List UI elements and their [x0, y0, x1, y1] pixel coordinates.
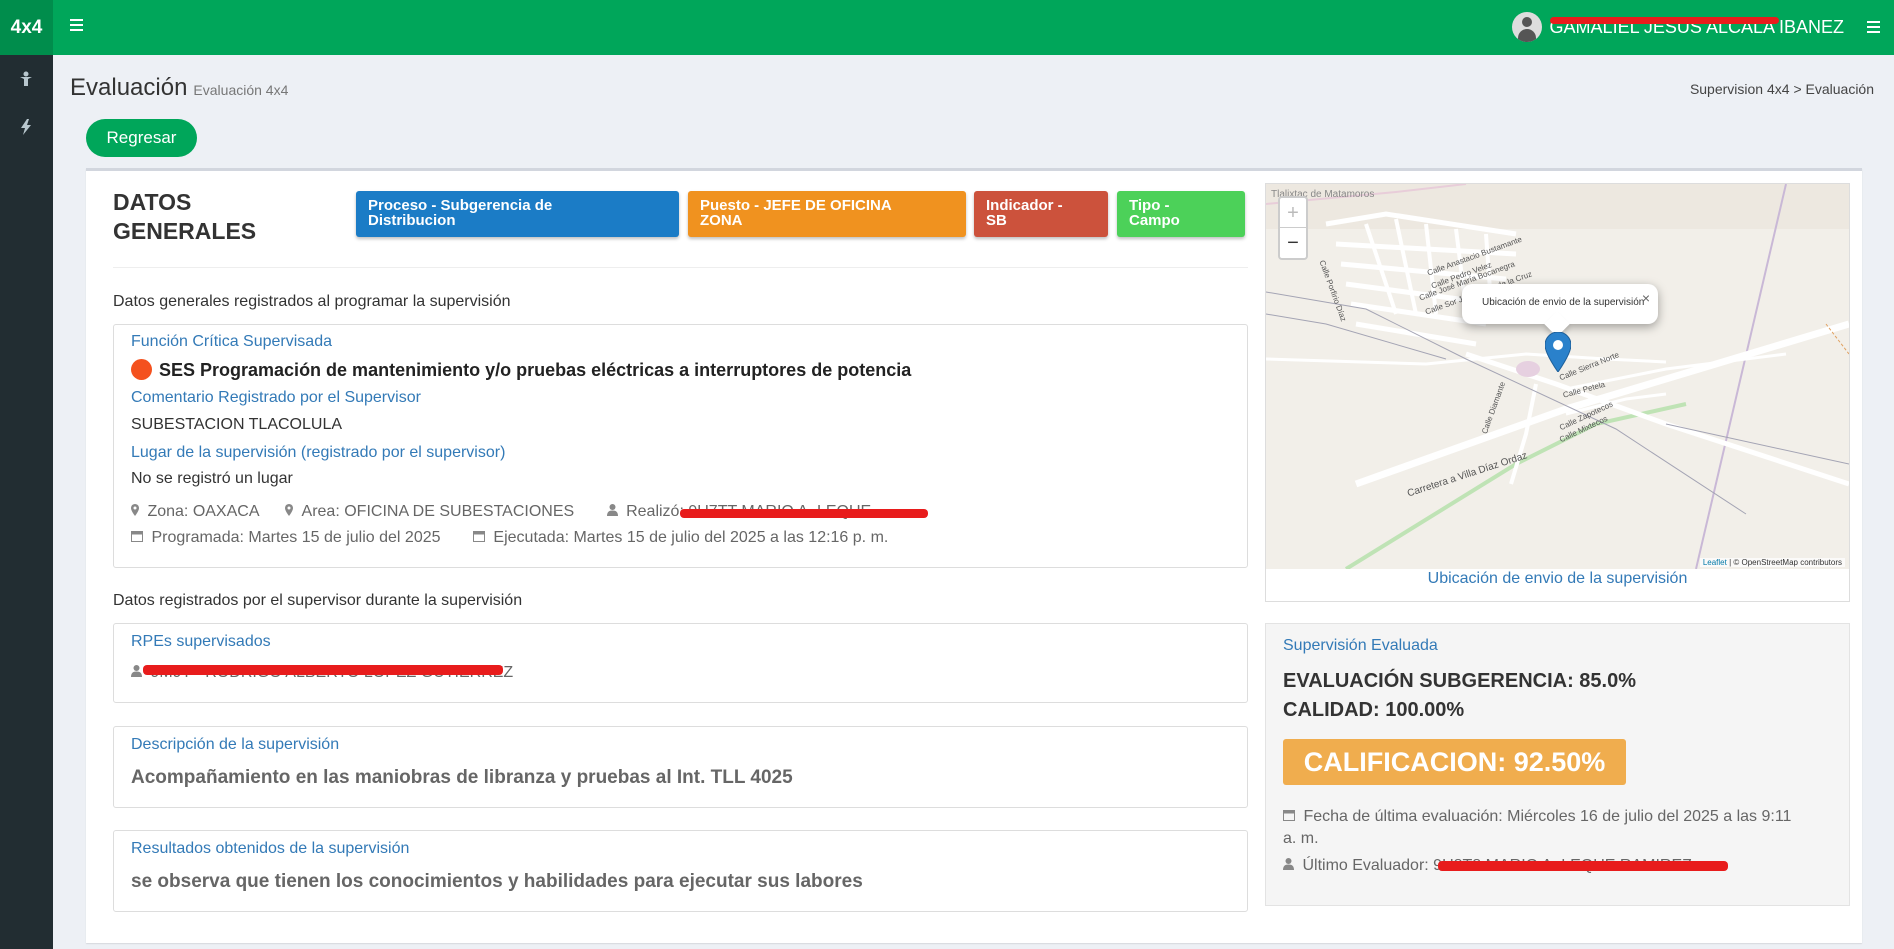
- subgerencia-score: EVALUACIÓN SUBGERENCIA: 85.0%: [1283, 670, 1637, 692]
- comentario-label: Comentario Registrado por el Supervisor: [131, 389, 421, 406]
- sidebar: [0, 55, 53, 949]
- section-supervisor-label: Datos registrados por el supervisor dura…: [113, 592, 523, 609]
- general-data-title: DATOS GENERALES: [113, 188, 256, 246]
- resultados-value: se observa que tienen los conocimientos …: [131, 871, 863, 892]
- avatar: [1511, 12, 1542, 42]
- divider: [113, 267, 1248, 268]
- brand-logo[interactable]: 4x4: [0, 0, 53, 55]
- calendar-icon: [1283, 808, 1299, 825]
- calidad-score: CALIDAD: 100.00%: [1283, 699, 1465, 721]
- leaflet-link[interactable]: Leaflet: [1703, 558, 1727, 567]
- map-marker-icon: [131, 503, 143, 520]
- evaluation-panel: Supervisión Evaluada EVALUACIÓN SUBGEREN…: [1265, 623, 1850, 906]
- tag-indicador-line1: Indicador -: [986, 197, 1063, 214]
- tag-puesto: Puesto - JEFE DE OFICINA ZONA: [688, 191, 966, 237]
- main-box: DATOS GENERALES Proceso - Subgerencia de…: [86, 168, 1862, 943]
- map-marker-icon[interactable]: [1545, 332, 1571, 372]
- programada-text: Programada: Martes 15 de julio del 2025: [151, 529, 441, 546]
- section-programming-label: Datos generales registrados al programar…: [113, 293, 511, 310]
- descripcion-panel: Descripción de la supervisión Acompañami…: [113, 726, 1248, 808]
- lugar-value: No se registró un lugar: [131, 470, 293, 487]
- area-text: Area: OFICINA DE SUBESTACIONES: [301, 503, 575, 520]
- tag-proceso-line1: Proceso - Subgerencia de: [368, 197, 553, 214]
- back-button[interactable]: Regresar: [86, 119, 197, 157]
- lugar-label: Lugar de la supervisión (registrado por …: [131, 444, 506, 461]
- zoom-out-button[interactable]: −: [1280, 228, 1306, 258]
- bolt-icon[interactable]: [16, 119, 36, 139]
- meta-row-2: Programada: Martes 15 de julio del 2025 …: [131, 529, 888, 547]
- page-subtitle: Evaluación 4x4: [193, 82, 289, 98]
- calificacion-badge: CALIFICACION: 92.50%: [1283, 739, 1626, 785]
- redaction-mark: [1438, 861, 1728, 871]
- page-title-text: Evaluación: [70, 74, 188, 101]
- funcion-row: SES Programación de mantenimiento y/o pr…: [131, 359, 911, 381]
- map[interactable]: Tlalixtac de Matamoros Calle Porfirio Dí…: [1266, 184, 1849, 569]
- rpes-label: RPEs supervisados: [131, 633, 271, 650]
- descripcion-value: Acompañamiento en las maniobras de libra…: [131, 767, 793, 788]
- calendar-icon: [472, 529, 489, 546]
- map-popup: Ubicación de envio de la supervisión ×: [1462, 284, 1658, 337]
- tag-puesto-line2: ZONA: [700, 212, 743, 229]
- map-caption[interactable]: Ubicación de envio de la supervisión: [1266, 570, 1849, 588]
- map-attribution: Leaflet | © OpenStreetMap contributors: [1699, 558, 1845, 567]
- tag-proceso: Proceso - Subgerencia de Distribucion: [356, 191, 679, 237]
- general-title-line2: GENERALES: [113, 218, 257, 244]
- status-dot: [131, 359, 152, 380]
- user-icon: [606, 503, 622, 520]
- rpes-panel: RPEs supervisados 9M9T - RODRIGO ALBERTO…: [113, 623, 1248, 703]
- last-evaluation-text: Fecha de última evaluación: Miércoles 16…: [1283, 808, 1792, 847]
- user-icon: [1283, 857, 1298, 874]
- resultados-label: Resultados obtenidos de la supervisión: [131, 840, 410, 857]
- tag-puesto-line1: Puesto - JEFE DE OFICINA: [700, 197, 892, 214]
- ejecutada-text: Ejecutada: Martes 15 de julio del 2025 a…: [493, 529, 889, 546]
- resultados-panel: Resultados obtenidos de la supervisión s…: [113, 830, 1248, 912]
- calendar-icon: [131, 529, 147, 546]
- map-container: Tlalixtac de Matamoros Calle Porfirio Dí…: [1265, 183, 1850, 602]
- redaction-mark: [680, 509, 928, 518]
- tag-indicador-line2: SB: [986, 212, 1007, 229]
- general-title-line1: DATOS: [113, 189, 192, 215]
- user-menu[interactable]: GAMALIEL JESUS ALCALA IBANEZ: [1511, 12, 1844, 42]
- tag-proceso-line2: Distribucion: [368, 212, 456, 229]
- close-icon[interactable]: ×: [1642, 290, 1650, 306]
- map-marker-icon: [285, 503, 297, 520]
- map-popup-text: Ubicación de envio de la supervisión: [1482, 297, 1645, 308]
- top-navbar: 4x4 GAMALIEL JESUS ALCALA IBANEZ: [0, 0, 1894, 55]
- control-sidebar-icon[interactable]: [1867, 21, 1880, 33]
- osm-attribution: | © OpenStreetMap contributors: [1729, 558, 1842, 567]
- comentario-value: SUBESTACION TLACOLULA: [131, 416, 343, 433]
- tag-tipo-line2: Campo: [1129, 212, 1180, 229]
- page-title: Evaluación Evaluación 4x4: [70, 74, 288, 102]
- redaction-mark: [1549, 17, 1779, 24]
- tag-indicador: Indicador - SB: [974, 191, 1108, 237]
- programming-panel: Función Crítica Supervisada SES Programa…: [113, 324, 1248, 568]
- map-tiles: [1266, 184, 1849, 569]
- tag-tipo: Tipo - Campo: [1117, 191, 1245, 237]
- funcion-label: Función Crítica Supervisada: [131, 333, 332, 350]
- funcion-value: SES Programación de mantenimiento y/o pr…: [159, 360, 912, 380]
- last-evaluation-date: Fecha de última evaluación: Miércoles 16…: [1283, 806, 1803, 850]
- zoom-in-button[interactable]: +: [1280, 198, 1306, 228]
- tag-tipo-line1: Tipo -: [1129, 197, 1170, 214]
- hamburger-icon[interactable]: [70, 19, 83, 31]
- redaction-mark: [143, 665, 503, 675]
- person-icon[interactable]: [16, 71, 36, 91]
- evaluation-label: Supervisión Evaluada: [1283, 637, 1438, 654]
- breadcrumb[interactable]: Supervision 4x4 > Evaluación: [1690, 81, 1874, 97]
- zoom-control: + −: [1278, 196, 1308, 260]
- zona-text: Zona: OAXACA: [147, 503, 259, 520]
- descripcion-label: Descripción de la supervisión: [131, 736, 340, 753]
